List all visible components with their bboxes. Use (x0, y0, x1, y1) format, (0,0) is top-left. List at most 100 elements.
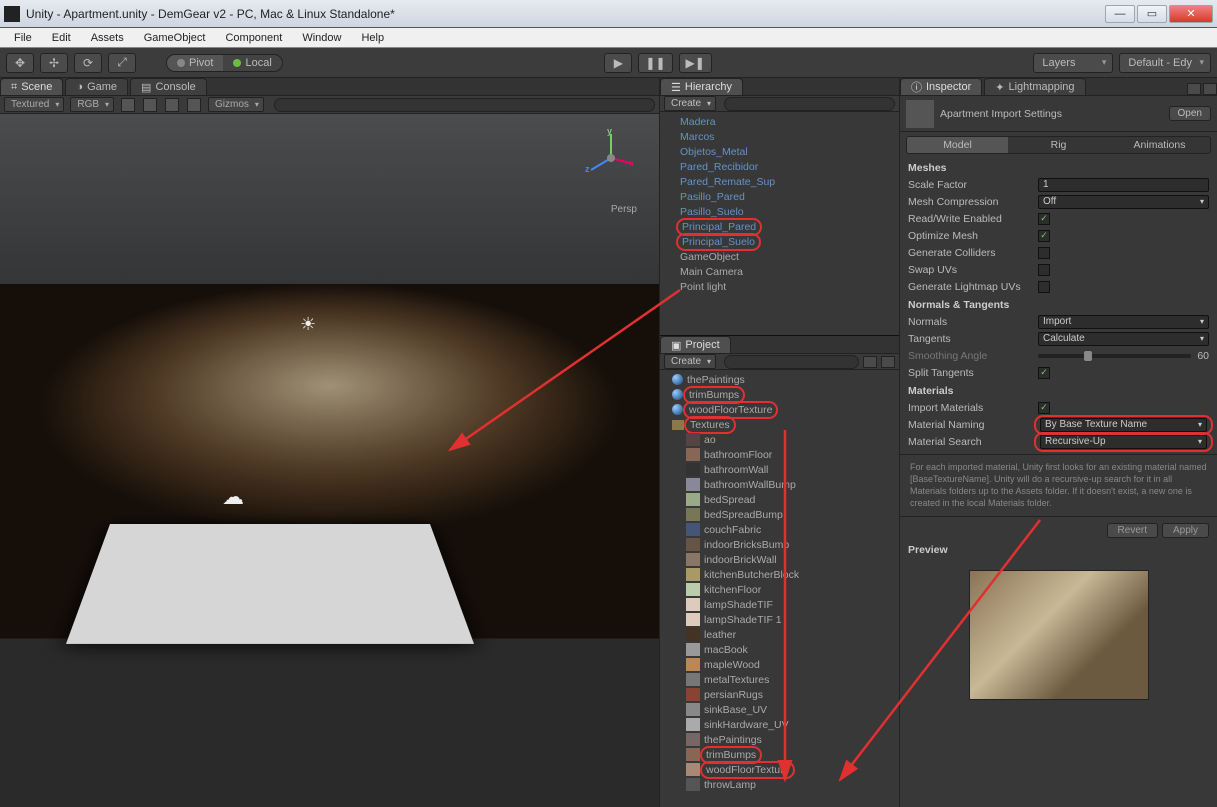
local-seg[interactable]: Local (223, 55, 281, 71)
project-texture-item[interactable]: indoorBrickWall (660, 552, 899, 567)
hierarchy-item[interactable]: Main Camera (660, 264, 899, 279)
menu-window[interactable]: Window (294, 30, 349, 46)
rotate-tool[interactable]: ⟳ (74, 53, 102, 73)
tab-scene[interactable]: ⌗Scene (0, 78, 63, 95)
render-dropdown[interactable]: RGB (70, 97, 114, 112)
normals-dropdown[interactable]: Import (1038, 315, 1209, 329)
project-texture-item[interactable]: bathroomFloor (660, 447, 899, 462)
hierarchy-item[interactable]: Principal_Pared (660, 219, 899, 234)
orientation-gizmo[interactable]: yxz (581, 128, 641, 188)
gen-lightmap-checkbox[interactable] (1038, 281, 1050, 293)
tab-hierarchy[interactable]: ☰ Hierarchy (660, 78, 743, 95)
light-toggle-icon[interactable] (143, 98, 157, 112)
scale-tool[interactable]: ⤢ (108, 53, 136, 73)
hierarchy-item[interactable]: Point light (660, 279, 899, 294)
tab-rig[interactable]: Rig (1008, 137, 1109, 153)
hierarchy-item[interactable]: Pared_Recibidor (660, 159, 899, 174)
project-texture-item[interactable]: thePaintings (660, 732, 899, 747)
hierarchy-item[interactable]: GameObject (660, 249, 899, 264)
close-button[interactable]: ✕ (1169, 5, 1213, 23)
tab-console[interactable]: ▤Console (130, 78, 207, 95)
hierarchy-item[interactable]: Principal_Suelo (660, 234, 899, 249)
tab-project[interactable]: ▣ Project (660, 336, 731, 353)
step-button[interactable]: ▶❚ (679, 53, 712, 73)
menu-component[interactable]: Component (217, 30, 290, 46)
project-texture-item[interactable]: bathroomWallBump (660, 477, 899, 492)
project-texture-item[interactable]: sinkHardware_UV (660, 717, 899, 732)
hierarchy-item[interactable]: Madera (660, 114, 899, 129)
move-tool[interactable]: ✢ (40, 53, 68, 73)
light-gizmo-icon[interactable]: ☀ (300, 314, 316, 335)
project-texture-item[interactable]: lampShadeTIF (660, 597, 899, 612)
menu-edit[interactable]: Edit (44, 30, 79, 46)
import-tabs[interactable]: Model Rig Animations (906, 136, 1211, 154)
hierarchy-search[interactable] (724, 97, 895, 111)
project-texture-item[interactable]: macBook (660, 642, 899, 657)
menu-gameobject[interactable]: GameObject (136, 30, 214, 46)
project-texture-item[interactable]: kitchenFloor (660, 582, 899, 597)
apply-button[interactable]: Apply (1162, 523, 1209, 538)
pause-button[interactable]: ❚❚ (638, 53, 672, 73)
2d-toggle-icon[interactable] (121, 98, 135, 112)
project-search[interactable] (724, 355, 859, 369)
project-texture-item[interactable]: woodFloorTexture (660, 762, 899, 777)
tab-model[interactable]: Model (907, 137, 1008, 153)
project-texture-item[interactable]: bedSpread (660, 492, 899, 507)
project-texture-item[interactable]: ao (660, 432, 899, 447)
tab-animations[interactable]: Animations (1109, 137, 1210, 153)
pivot-toggle[interactable]: Pivot Local (166, 54, 283, 72)
gen-colliders-checkbox[interactable] (1038, 247, 1050, 259)
inspector-menu-icon[interactable] (1203, 83, 1217, 95)
projection-label[interactable]: Persp (611, 204, 637, 215)
play-button[interactable]: ▶ (604, 53, 632, 73)
tab-game[interactable]: ◑Game (65, 78, 128, 95)
hierarchy-item[interactable]: Marcos (660, 129, 899, 144)
camera-gizmo-icon[interactable]: ☁ (222, 484, 244, 510)
gizmos-dropdown[interactable]: Gizmos (208, 97, 264, 112)
material-search-dropdown[interactable]: Recursive-Up (1040, 435, 1207, 449)
project-texture-item[interactable]: kitchenButcherBlock (660, 567, 899, 582)
swap-uvs-checkbox[interactable] (1038, 264, 1050, 276)
pivot-seg[interactable]: Pivot (167, 55, 223, 71)
scale-factor-field[interactable]: 1 (1038, 178, 1209, 192)
project-view-icon[interactable] (881, 356, 895, 368)
project-texture-item[interactable]: bedSpreadBump (660, 507, 899, 522)
project-texture-item[interactable]: throwLamp (660, 777, 899, 792)
menu-file[interactable]: File (6, 30, 40, 46)
layers-dropdown[interactable]: Layers (1033, 53, 1113, 73)
shading-dropdown[interactable]: Textured (4, 97, 64, 112)
project-material-item[interactable]: thePaintings (660, 372, 899, 387)
layout-dropdown[interactable]: Default - Edy (1119, 53, 1211, 73)
project-texture-item[interactable]: leather (660, 627, 899, 642)
menu-assets[interactable]: Assets (83, 30, 132, 46)
inspector-lock-icon[interactable] (1187, 83, 1201, 95)
hierarchy-item[interactable]: Pasillo_Suelo (660, 204, 899, 219)
material-naming-dropdown[interactable]: By Base Texture Name (1040, 418, 1207, 432)
scene-viewport[interactable]: ☀ ☁ yxz Persp (0, 114, 659, 807)
split-tangents-checkbox[interactable]: ✓ (1038, 367, 1050, 379)
maximize-button[interactable]: ▭ (1137, 5, 1167, 23)
readwrite-checkbox[interactable]: ✓ (1038, 213, 1050, 225)
project-texture-item[interactable]: sinkBase_UV (660, 702, 899, 717)
project-create-dropdown[interactable]: Create (664, 354, 716, 369)
project-texture-item[interactable]: trimBumps (660, 747, 899, 762)
project-texture-item[interactable]: metalTextures (660, 672, 899, 687)
open-button[interactable]: Open (1169, 106, 1211, 121)
project-texture-item[interactable]: lampShadeTIF 1 (660, 612, 899, 627)
hierarchy-item[interactable]: Pared_Remate_Sup (660, 174, 899, 189)
tangents-dropdown[interactable]: Calculate (1038, 332, 1209, 346)
hierarchy-list[interactable]: MaderaMarcosObjetos_MetalPared_Recibidor… (660, 112, 899, 335)
audio-toggle-icon[interactable] (165, 98, 179, 112)
tab-inspector[interactable]: ⓘ Inspector (900, 78, 982, 95)
menu-help[interactable]: Help (353, 30, 392, 46)
hierarchy-create-dropdown[interactable]: Create (664, 96, 716, 111)
revert-button[interactable]: Revert (1107, 523, 1158, 538)
minimize-button[interactable]: — (1105, 5, 1135, 23)
project-material-item[interactable]: woodFloorTexture (660, 402, 899, 417)
project-texture-item[interactable]: indoorBricksBump (660, 537, 899, 552)
tab-lightmapping[interactable]: ✦ Lightmapping (984, 78, 1085, 95)
project-texture-item[interactable]: persianRugs (660, 687, 899, 702)
hierarchy-item[interactable]: Objetos_Metal (660, 144, 899, 159)
import-materials-checkbox[interactable]: ✓ (1038, 402, 1050, 414)
hand-tool[interactable]: ✥ (6, 53, 34, 73)
